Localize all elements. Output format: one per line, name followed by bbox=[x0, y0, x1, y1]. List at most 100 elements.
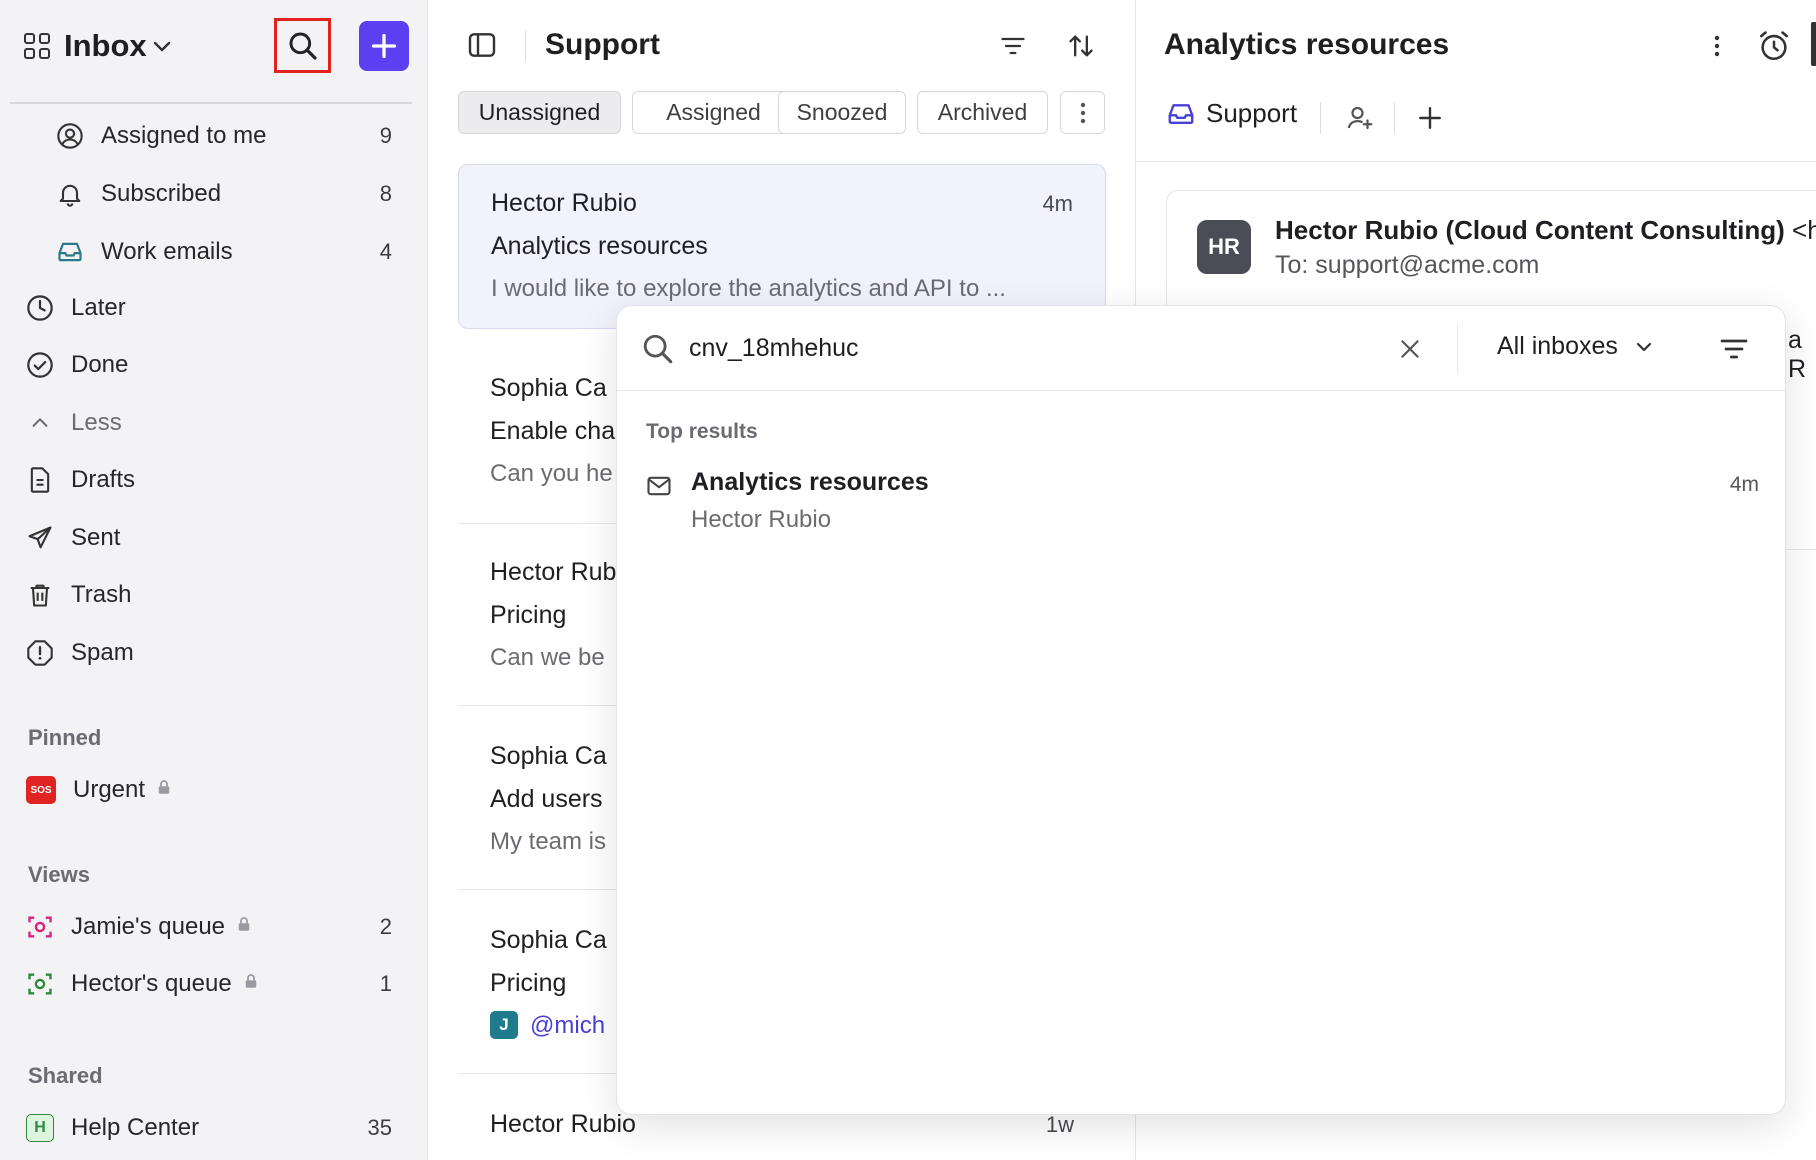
sidebar-item-label: Sent bbox=[71, 524, 121, 551]
more-vertical-icon bbox=[1714, 35, 1720, 57]
sidebar-item-label: Help Center bbox=[71, 1114, 200, 1141]
sidebar-item-label: Drafts bbox=[71, 466, 136, 493]
search-section-title: Top results bbox=[646, 420, 758, 443]
sidebar-header: Inbox bbox=[0, 0, 428, 104]
sidebar-item-urgent[interactable]: SOS Urgent bbox=[26, 766, 416, 814]
lock-icon bbox=[235, 913, 253, 941]
sidebar-item-help-center[interactable]: H Help Center 35 bbox=[26, 1104, 416, 1152]
section-label-pinned: Pinned bbox=[28, 725, 102, 750]
search-result-item[interactable]: Analytics resources Hector Rubio 4m bbox=[617, 456, 1787, 546]
search-result-title: Analytics resources bbox=[691, 468, 929, 496]
sidebar-item-sent[interactable]: Sent bbox=[26, 514, 416, 562]
search-result-time: 4m bbox=[1729, 473, 1759, 496]
tab-snoozed[interactable]: Snoozed bbox=[778, 91, 906, 134]
tab-archived[interactable]: Archived bbox=[917, 91, 1048, 134]
tab-assigned[interactable]: Assigned bbox=[632, 91, 795, 134]
sos-icon-text: SOS bbox=[30, 784, 52, 796]
send-icon bbox=[26, 524, 54, 552]
view-scan-icon bbox=[26, 913, 54, 941]
sidebar-item-label: Jamie's queue bbox=[71, 913, 226, 940]
search-button[interactable] bbox=[274, 18, 331, 73]
conversation-preview: My team is bbox=[490, 828, 607, 855]
filter-button[interactable] bbox=[995, 28, 1031, 64]
avatar: HR bbox=[1197, 220, 1251, 274]
detail-divider bbox=[1136, 161, 1816, 162]
compose-button[interactable] bbox=[359, 21, 409, 71]
inbox-tray-icon bbox=[56, 238, 84, 266]
conversation-sender: Hector Rubio bbox=[491, 189, 637, 217]
assign-user-button[interactable] bbox=[1340, 98, 1380, 138]
search-result-subtitle: Hector Rubio bbox=[691, 506, 832, 533]
plus-icon bbox=[1419, 107, 1441, 129]
conversation-subject: Analytics resources bbox=[491, 232, 708, 260]
sort-arrows-icon bbox=[1069, 35, 1093, 57]
conversation-time: 4m bbox=[1042, 191, 1073, 216]
section-label-views: Views bbox=[28, 862, 90, 887]
conversation-preview: @mich bbox=[530, 1012, 606, 1039]
sidebar-item-count: 9 bbox=[379, 123, 392, 148]
help-center-badge-icon: H bbox=[26, 1114, 54, 1142]
snooze-button[interactable] bbox=[1754, 26, 1794, 66]
sidebar-item-assigned-to-me[interactable]: Assigned to me 9 bbox=[56, 112, 416, 160]
clear-search-button[interactable] bbox=[1391, 330, 1429, 368]
inbox-scope-label: All inboxes bbox=[1497, 332, 1618, 360]
sidebar-item-count: 2 bbox=[379, 914, 392, 939]
search-icon bbox=[289, 32, 317, 60]
sidebar-item-trash[interactable]: Trash bbox=[26, 571, 416, 619]
alert-octagon-icon bbox=[26, 639, 54, 667]
lock-icon bbox=[242, 970, 260, 998]
sidebar-item-label: Assigned to me bbox=[101, 122, 267, 149]
conversation-preview: I would like to explore the analytics an… bbox=[491, 275, 1006, 302]
user-circle-icon bbox=[56, 122, 84, 150]
conversation-sender: Sophia Ca bbox=[490, 374, 607, 402]
sidebar-toggle-button[interactable] bbox=[465, 28, 499, 62]
filter-lines-icon bbox=[1001, 37, 1025, 55]
conversation-subject: Enable cha bbox=[490, 417, 616, 445]
search-icon bbox=[643, 334, 673, 364]
search-input[interactable] bbox=[689, 328, 1289, 368]
sidebar-item-done[interactable]: Done bbox=[26, 341, 416, 389]
sidebar-item-subscribed[interactable]: Subscribed 8 bbox=[56, 170, 416, 218]
mail-icon bbox=[647, 476, 671, 496]
chip-divider bbox=[1394, 102, 1395, 134]
inbox-switcher-label[interactable]: Inbox bbox=[64, 28, 147, 64]
tabs-more-button[interactable] bbox=[1060, 91, 1105, 134]
chevron-down-icon[interactable] bbox=[150, 34, 174, 58]
close-icon bbox=[1401, 340, 1419, 358]
conversation-preview: Can we be bbox=[490, 644, 605, 671]
sidebar-item-spam[interactable]: Spam bbox=[26, 629, 416, 677]
sidebar-item-label: Less bbox=[71, 409, 122, 436]
more-options-button[interactable] bbox=[1702, 28, 1732, 64]
conversation-sender: Hector Rub bbox=[490, 558, 617, 586]
view-scan-icon bbox=[26, 970, 54, 998]
conversation-preview: Can you he bbox=[490, 460, 613, 487]
help-center-badge-text: H bbox=[34, 1119, 46, 1136]
conversation-subject: Add users bbox=[490, 785, 603, 813]
sidebar-item-jamies-queue[interactable]: Jamie's queue 2 bbox=[26, 903, 416, 951]
sidebar-item-drafts[interactable]: Drafts bbox=[26, 456, 416, 504]
sidebar-toggle-less[interactable]: Less bbox=[26, 399, 416, 447]
inbox-chip-label: Support bbox=[1206, 98, 1298, 128]
sort-button[interactable] bbox=[1063, 28, 1099, 64]
sidebar-item-later[interactable]: Later bbox=[26, 284, 416, 332]
sidebar-item-hectors-queue[interactable]: Hector's queue 1 bbox=[26, 960, 416, 1008]
check-circle-icon bbox=[26, 351, 54, 379]
add-tag-button[interactable] bbox=[1410, 98, 1450, 138]
search-popup: All inboxes Top results Analytics resour… bbox=[616, 305, 1787, 1115]
sender-name: Hector Rubio (Cloud Content Consulting) bbox=[1275, 215, 1785, 245]
sidebar-item-count: 8 bbox=[379, 181, 392, 206]
chevron-up-icon bbox=[26, 409, 54, 437]
sidebar-item-label: Later bbox=[71, 294, 126, 321]
inbox-chip[interactable]: Support bbox=[1166, 98, 1297, 129]
conversation-subject: Pricing bbox=[490, 969, 567, 997]
header-divider bbox=[525, 30, 526, 62]
search-filter-button[interactable] bbox=[1715, 330, 1753, 368]
alarm-clock-icon bbox=[1759, 31, 1789, 61]
inbox-scope-dropdown[interactable]: All inboxes bbox=[1497, 332, 1656, 361]
user-plus-icon bbox=[1347, 106, 1373, 130]
sidebar-item-label: Spam bbox=[71, 639, 134, 666]
tab-unassigned[interactable]: Unassigned bbox=[458, 91, 621, 134]
panel-left-icon bbox=[468, 33, 496, 57]
sidebar-item-work-emails[interactable]: Work emails 4 bbox=[56, 228, 416, 276]
trash-icon bbox=[26, 581, 54, 609]
